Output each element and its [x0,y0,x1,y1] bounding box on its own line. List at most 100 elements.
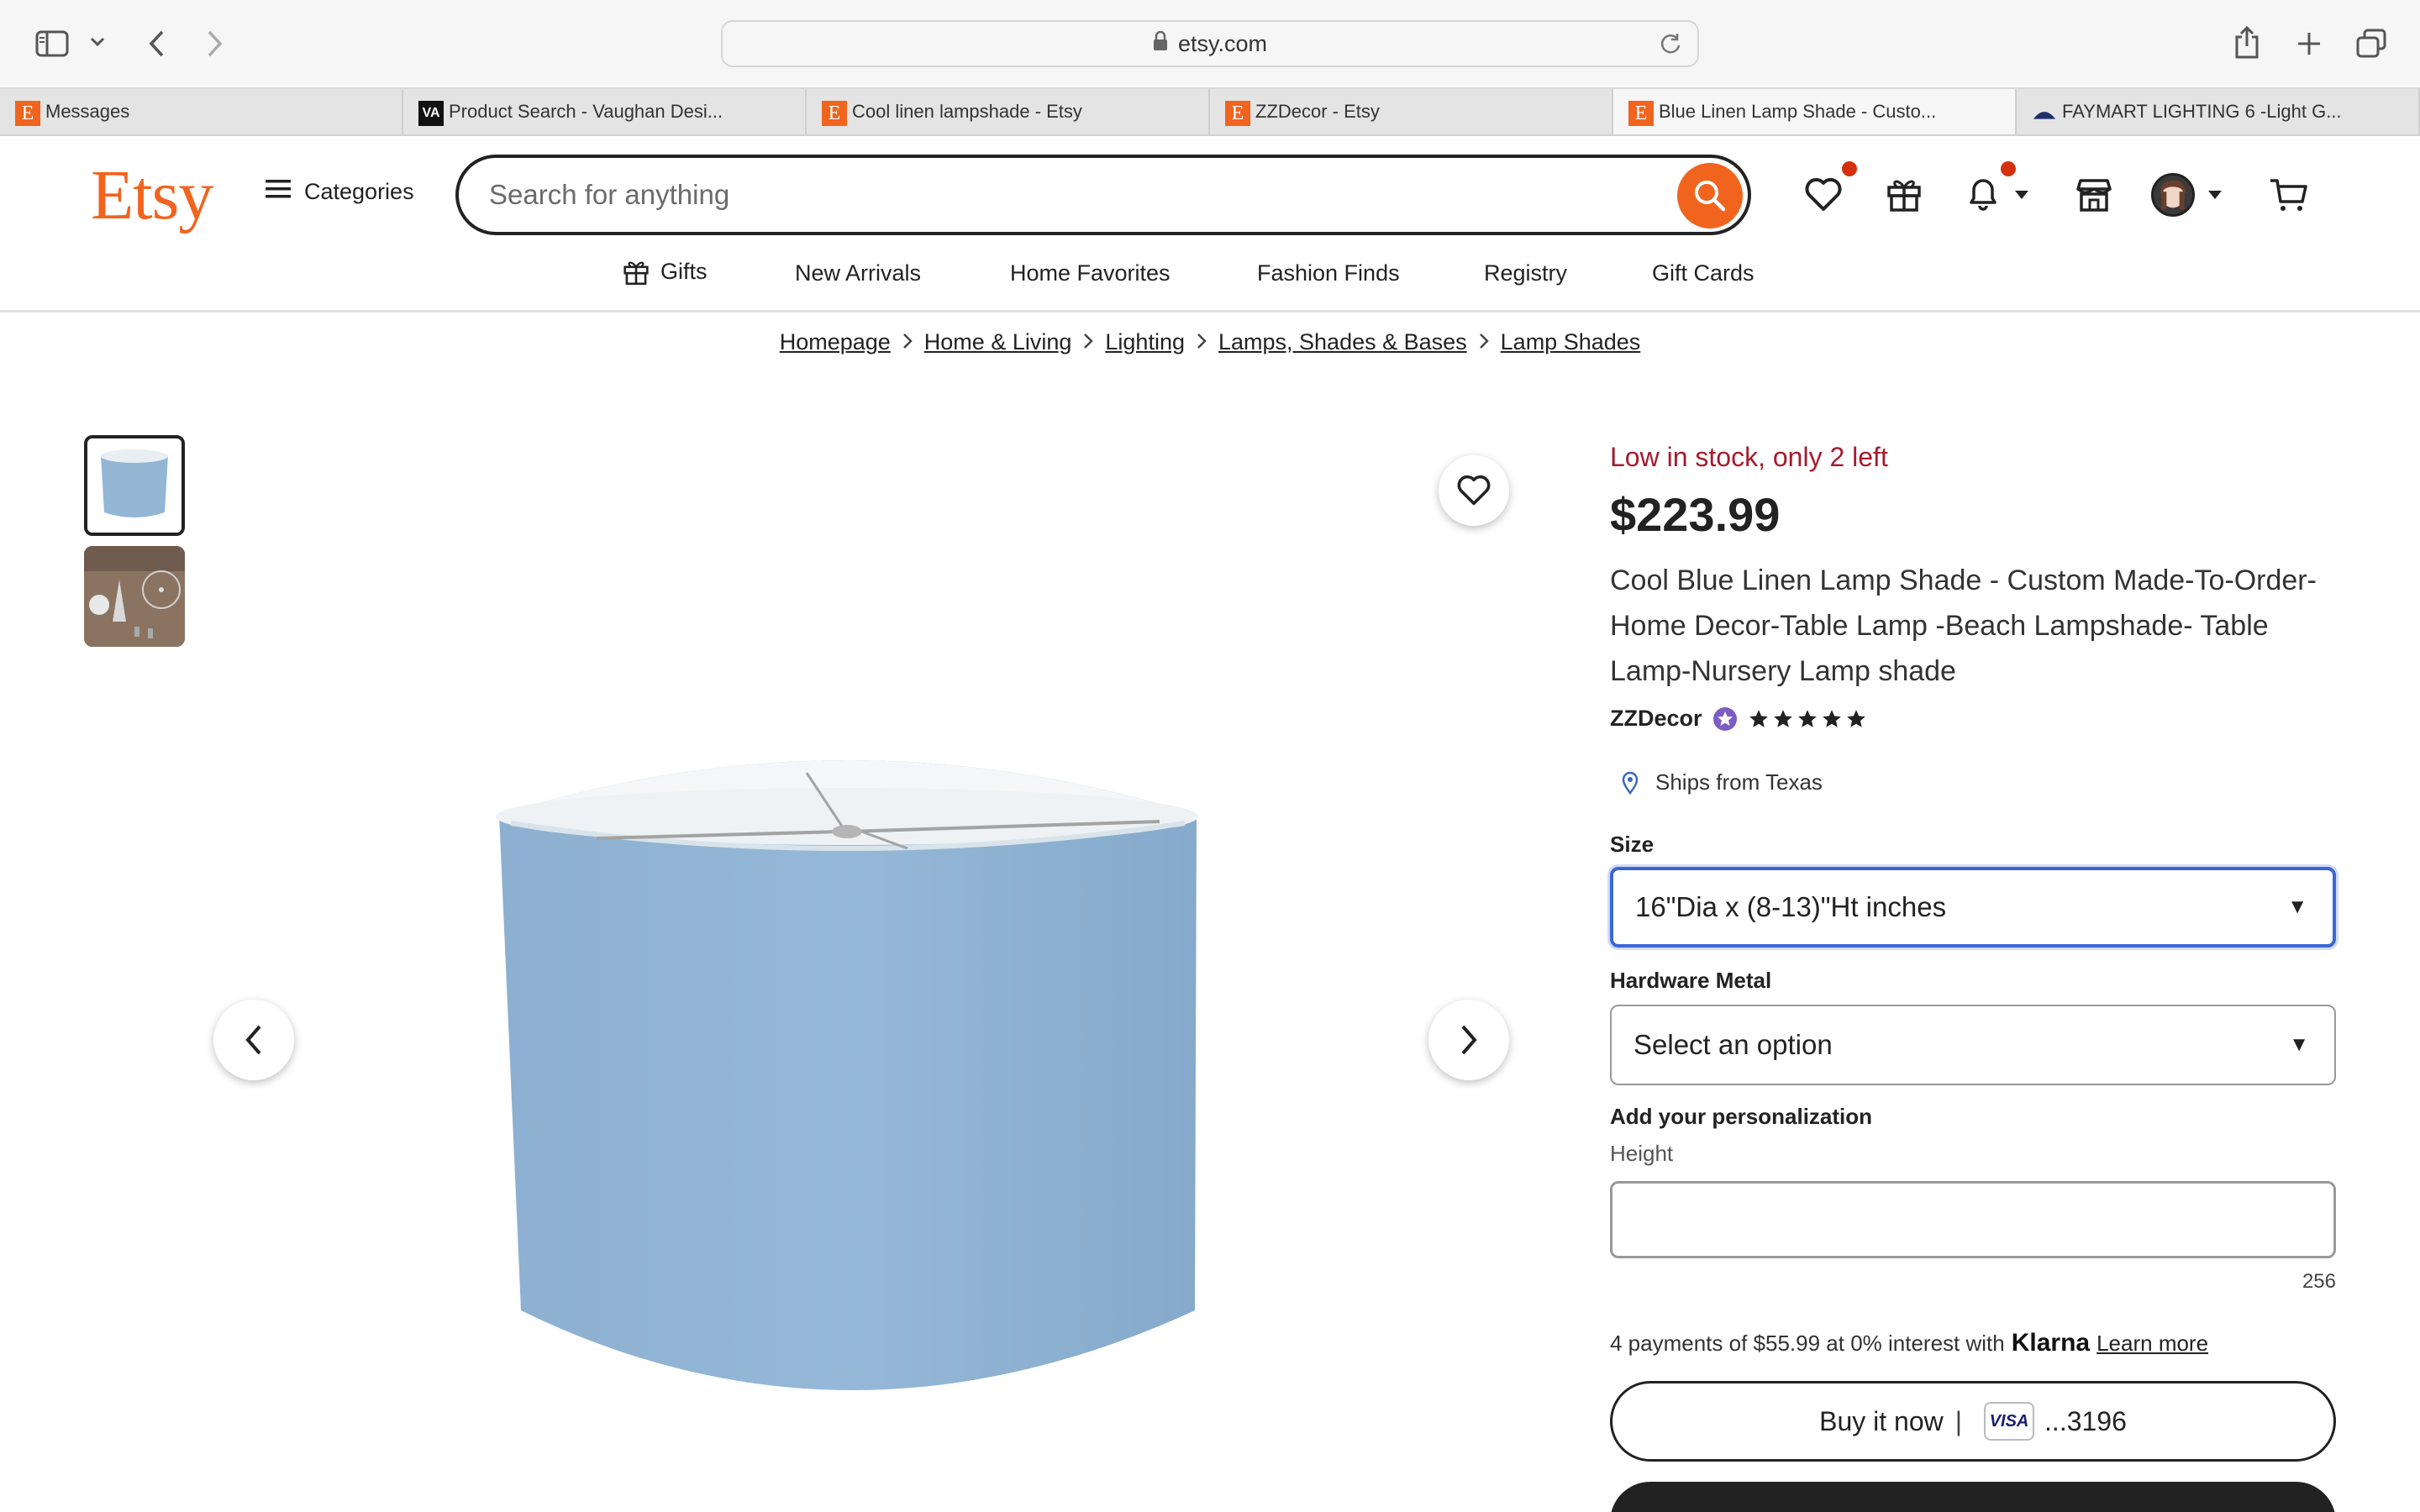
tab-bar: E Messages VA Product Search - Vaughan D… [0,87,2420,136]
lock-icon [1153,30,1168,57]
star-icon [1797,709,1817,727]
character-count: 256 [2302,1270,2336,1293]
favorite-button[interactable] [1439,455,1509,526]
reload-icon[interactable] [1659,32,1682,61]
breadcrumb-link[interactable]: Lamps, Shades & Bases [1218,329,1467,355]
learn-more-link[interactable]: Learn more [2096,1331,2208,1357]
ships-from-text: Ships from Texas [1655,769,1823,795]
star-icon [1846,709,1865,727]
share-icon[interactable] [2228,24,2265,60]
search-icon [1695,181,1726,212]
breadcrumb-link[interactable]: Home & Living [924,329,1072,355]
klarna-info: 4 payments of $55.99 at 0% interest with… [1610,1329,2336,1357]
product-thumbnail[interactable] [84,546,185,647]
notification-dot [1842,161,1857,176]
search-button[interactable] [1677,163,1743,228]
star-icon [1773,709,1792,727]
location-pin-icon [1622,771,1639,795]
nav-label: Gifts [660,258,708,284]
etsy-logo[interactable]: Etsy [91,155,213,236]
klarna-text: 4 payments of $55.99 at 0% interest with [1610,1330,2005,1356]
browser-tab[interactable]: E ZZDecor - Etsy [1210,89,1613,134]
browser-tab-active[interactable]: E Blue Linen Lamp Shade - Custo... [1613,89,2017,134]
tab-title: Messages [45,101,130,122]
new-tab-icon[interactable] [2291,25,2328,62]
browser-toolbar: etsy.com [0,0,2420,87]
etsy-favicon-icon: E [15,101,40,126]
shop-name-link[interactable]: ZZDecor [1610,706,1702,732]
bell-icon[interactable] [1958,168,2008,218]
categories-label: Categories [304,179,414,204]
star-seller-badge-icon [1712,706,1738,732]
url-text: etsy.com [1177,30,1268,56]
size-label: Size [1610,832,1655,857]
personalization-textarea[interactable] [1610,1181,2336,1258]
cart-icon[interactable] [2264,170,2314,220]
chevron-right-icon [1461,1025,1477,1055]
shipping-origin: Ships from Texas [1610,769,2336,795]
favorites-icon[interactable] [1798,170,1849,220]
divider: | [1954,1405,1963,1436]
avatar[interactable] [2151,173,2195,217]
browser-tab[interactable]: VA Product Search - Vaughan Desi... [403,89,807,134]
address-bar[interactable]: etsy.com [721,20,1699,67]
rating-stars [1748,708,1870,730]
caret-down-icon[interactable] [2012,186,2032,203]
size-select[interactable]: 16"Dia x (8-13)"Ht inches ▼ [1610,867,2336,948]
tab-title: Cool linen lampshade - Etsy [852,101,1082,122]
personalization-label: Add your personalization [1610,1104,1873,1129]
product-title: Cool Blue Linen Lamp Shade - Custom Made… [1610,564,2317,687]
menu-icon [266,178,291,206]
nav-item-fashion-finds[interactable]: Fashion Finds [1257,260,1400,286]
add-to-cart-button[interactable] [1610,1482,2336,1512]
gift-icon [622,257,650,286]
price: $223.99 [1610,488,1781,541]
tab-title: FAYMART LIGHTING 6 -Light G... [2062,101,2342,122]
nav-item-registry[interactable]: Registry [1484,260,1567,286]
search-input[interactable] [489,173,1665,217]
heart-icon [1457,475,1491,506]
buy-it-now-button[interactable]: Buy it now | VISA ...3196 [1610,1381,2336,1462]
tab-title: Blue Linen Lamp Shade - Custo... [1659,101,1937,122]
chevron-right-icon [1197,329,1207,355]
chevron-right-icon [1479,329,1489,355]
breadcrumb-link[interactable]: Lamp Shades [1501,329,1641,355]
browser-tab[interactable]: FAYMART LIGHTING 6 -Light G... [2017,89,2420,134]
browser-tab[interactable]: E Cool linen lampshade - Etsy [807,89,1210,134]
notification-dot [2001,161,2016,176]
shop-info: ZZDecor [1610,706,2336,732]
next-image-button[interactable] [1428,1000,1509,1080]
sidebar-toggle-icon[interactable] [32,25,72,62]
nav-label: Gift Cards [1652,260,1754,286]
card-last4: ...3196 [2044,1405,2127,1436]
visa-card-icon: VISA [1984,1402,2035,1441]
caret-down-icon[interactable] [2205,186,2225,203]
product-thumbnail[interactable] [84,435,185,536]
browser-tab[interactable]: E Messages [0,89,403,134]
nav-item-gift-cards[interactable]: Gift Cards [1652,260,1754,286]
forward-icon[interactable] [198,25,232,62]
tab-title: ZZDecor - Etsy [1255,101,1380,122]
chevron-down-icon[interactable] [86,30,109,54]
chevron-left-icon [245,1025,261,1055]
nav-item-home-favorites[interactable]: Home Favorites [1010,260,1171,286]
back-icon[interactable] [139,25,173,62]
tab-overview-icon[interactable] [2353,25,2390,62]
gift-icon[interactable] [1879,168,1929,218]
etsy-favicon-icon: E [1628,101,1654,126]
chevron-right-icon [902,329,913,355]
shop-manager-icon[interactable] [2069,170,2119,220]
nav-item-gifts[interactable]: Gifts [622,257,708,286]
nav-label: Home Favorites [1010,260,1171,286]
tab-title: Product Search - Vaughan Desi... [449,101,723,122]
nav-item-new-arrivals[interactable]: New Arrivals [795,260,921,286]
breadcrumb-link[interactable]: Homepage [780,329,891,355]
hardware-label: Hardware Metal [1610,968,1772,993]
breadcrumb-link[interactable]: Lighting [1105,329,1185,355]
previous-image-button[interactable] [213,1000,294,1080]
personalization-sublabel: Height [1610,1141,1674,1166]
categories-button[interactable]: Categories [266,178,414,206]
breadcrumb: Homepage Home & Living Lighting Lamps, S… [0,329,2420,355]
hardware-select[interactable]: Select an option ▼ [1610,1005,2336,1085]
stock-notice: Low in stock, only 2 left [1610,442,1888,472]
